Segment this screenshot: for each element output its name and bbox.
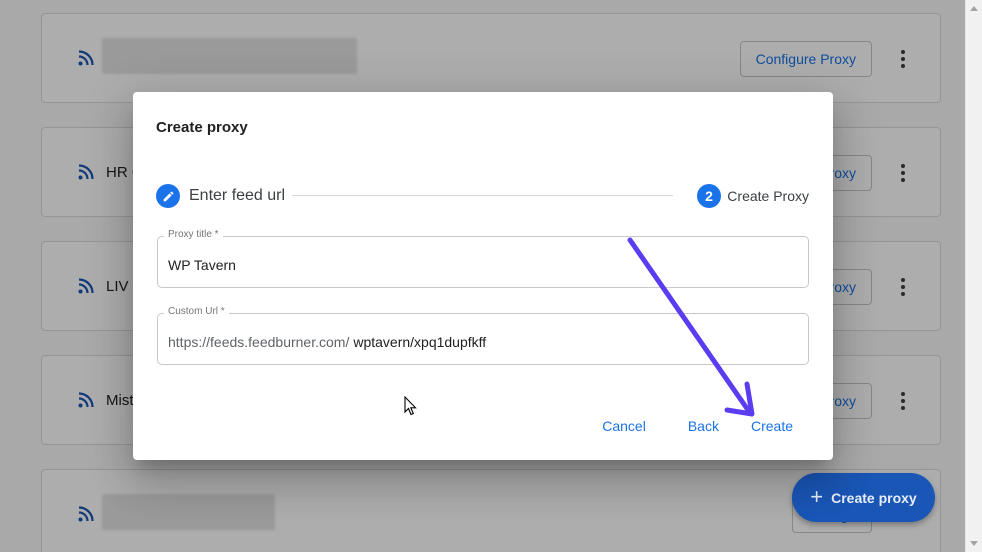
create-proxy-dialog: Create proxy Enter feed url 2 Create Pro…	[133, 92, 833, 460]
edit-pencil-icon[interactable]	[156, 184, 180, 208]
step2-label: Create Proxy	[727, 188, 809, 204]
mouse-cursor-icon	[404, 396, 417, 416]
scroll-down-icon[interactable]	[970, 541, 978, 546]
custom-url-label: Custom Url *	[164, 306, 229, 317]
stepper: Enter feed url 2 Create Proxy	[156, 184, 809, 208]
step1-label[interactable]: Enter feed url	[189, 187, 285, 205]
custom-url-input[interactable]: wptavern/xpq1dupfkff	[353, 334, 486, 350]
proxy-title-label: Proxy title *	[164, 229, 223, 240]
back-button[interactable]: Back	[688, 418, 719, 434]
plus-icon: +	[810, 483, 824, 509]
step2-number: 2	[697, 184, 721, 208]
cancel-button[interactable]: Cancel	[602, 418, 646, 434]
custom-url-value: https://feeds.feedburner.com/wptavern/xp…	[168, 334, 486, 350]
fab-label: Create proxy	[831, 489, 917, 506]
scroll-up-icon[interactable]	[970, 6, 978, 11]
proxy-title-field[interactable]: Proxy title * WP Tavern	[157, 229, 809, 288]
create-proxy-fab[interactable]: + Create proxy	[792, 473, 935, 522]
create-button[interactable]: Create	[751, 418, 793, 434]
vertical-scrollbar[interactable]	[965, 0, 982, 552]
proxy-title-input[interactable]: WP Tavern	[168, 257, 236, 273]
stepper-connector	[292, 195, 673, 196]
url-prefix: https://feeds.feedburner.com/	[168, 334, 350, 350]
dialog-title: Create proxy	[156, 119, 248, 136]
custom-url-field[interactable]: Custom Url * https://feeds.feedburner.co…	[157, 306, 809, 365]
dialog-actions: Cancel Back Create	[602, 418, 793, 434]
